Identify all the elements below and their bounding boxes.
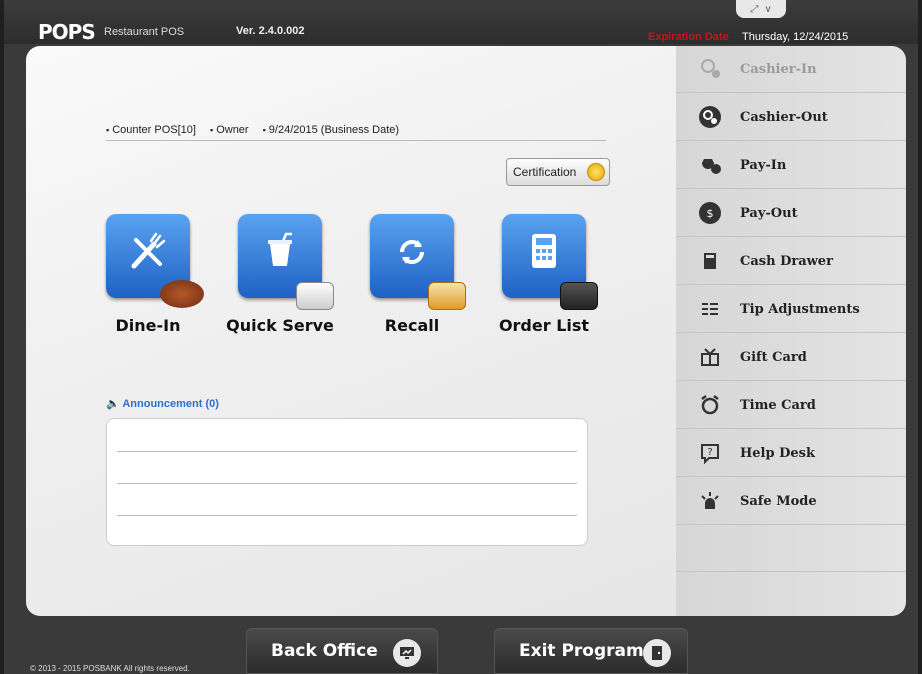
alarm-clock-icon bbox=[698, 393, 722, 417]
restore-icon[interactable]: ⤢ bbox=[750, 4, 758, 15]
sidebar-empty-slot bbox=[676, 526, 906, 572]
siren-icon bbox=[698, 489, 722, 513]
user-role: Owner bbox=[210, 124, 248, 136]
steak-plate-icon bbox=[160, 280, 204, 308]
dine-in-tile[interactable] bbox=[106, 214, 204, 308]
cash-drawer-icon bbox=[698, 249, 722, 273]
sidebar-item-time-card[interactable]: Time Card bbox=[676, 382, 906, 429]
top-bar: POPS Restaurant POS Ver. 2.4.0.002 ⤢ ∨ E… bbox=[4, 0, 918, 44]
announcement-list bbox=[106, 418, 588, 546]
recall-tile[interactable] bbox=[370, 214, 466, 310]
sidebar-item-help-desk[interactable]: ? Help Desk bbox=[676, 430, 906, 477]
session-info: Counter POS[10] Owner 9/24/2015 (Busines… bbox=[106, 124, 399, 136]
sidebar-label: Gift Card bbox=[740, 349, 807, 365]
sidebar-label: Cash Drawer bbox=[740, 253, 833, 269]
exit-program-button[interactable]: Exit Program bbox=[494, 628, 688, 674]
function-sidebar: Cashier-In Cashier-Out Pay-In $ Pay-Out … bbox=[676, 46, 906, 616]
fries-drink-icon bbox=[296, 282, 334, 310]
speaker-icon: 🔈 bbox=[106, 398, 120, 410]
expiration-label: Expiration Date bbox=[648, 31, 729, 43]
pay-out-icon: $ bbox=[698, 201, 722, 225]
main-panel: Counter POS[10] Owner 9/24/2015 (Busines… bbox=[26, 46, 678, 616]
app-logo: POPS bbox=[38, 20, 96, 44]
window-controls-tab[interactable]: ⤢ ∨ bbox=[736, 0, 786, 18]
certification-button[interactable]: Certification bbox=[506, 158, 610, 186]
sidebar-item-cash-drawer[interactable]: Cash Drawer bbox=[676, 238, 906, 285]
receipt-icon bbox=[560, 282, 598, 310]
version-label: Ver. 2.4.0.002 bbox=[236, 25, 305, 37]
window-frame-left bbox=[0, 0, 4, 674]
sidebar-label: Help Desk bbox=[740, 445, 815, 461]
svg-text:?: ? bbox=[707, 447, 712, 458]
credit-card-icon bbox=[428, 282, 466, 310]
drink-cup-icon bbox=[268, 232, 292, 266]
sidebar-item-pay-in[interactable]: Pay-In bbox=[676, 142, 906, 189]
exit-door-icon bbox=[643, 639, 671, 667]
quick-serve-tile[interactable] bbox=[238, 214, 334, 310]
sidebar-label: Pay-Out bbox=[740, 205, 798, 221]
sidebar-label: Tip Adjustments bbox=[740, 301, 860, 317]
fork-knife-icon bbox=[131, 232, 166, 269]
divider bbox=[106, 140, 606, 141]
sidebar-item-cashier-in[interactable]: Cashier-In bbox=[676, 46, 906, 93]
award-badge-icon bbox=[587, 163, 605, 181]
recall-label[interactable]: Recall bbox=[352, 316, 472, 335]
sidebar-label: Cashier-In bbox=[740, 61, 817, 77]
sidebar-item-gift-card[interactable]: Gift Card bbox=[676, 334, 906, 381]
calculator-icon bbox=[532, 234, 556, 268]
copyright-text: © 2013 - 2015 POSBANK All rights reserve… bbox=[30, 664, 190, 673]
sidebar-item-cashier-out[interactable]: Cashier-Out bbox=[676, 94, 906, 141]
tip-list-icon bbox=[698, 297, 722, 321]
sidebar-label: Pay-In bbox=[740, 157, 787, 173]
announcement-header[interactable]: 🔈 Announcement (0) bbox=[106, 397, 219, 410]
sidebar-label: Cashier-Out bbox=[740, 109, 828, 125]
svg-text:$: $ bbox=[707, 207, 714, 220]
sidebar-label: Safe Mode bbox=[740, 493, 817, 509]
back-office-label: Back Office bbox=[271, 641, 378, 661]
pay-in-icon bbox=[698, 153, 722, 177]
dine-in-label[interactable]: Dine-In bbox=[88, 316, 208, 335]
cashier-in-icon bbox=[698, 57, 722, 81]
list-divider bbox=[117, 515, 577, 516]
exit-program-label: Exit Program bbox=[519, 641, 644, 661]
business-date: 9/24/2015 (Business Date) bbox=[263, 124, 399, 136]
cashier-out-icon bbox=[698, 105, 722, 129]
app-subtitle: Restaurant POS bbox=[104, 26, 185, 38]
list-divider bbox=[117, 451, 577, 452]
window-frame-right bbox=[918, 0, 922, 674]
help-icon: ? bbox=[698, 441, 722, 465]
gift-icon bbox=[698, 345, 722, 369]
back-office-button[interactable]: Back Office bbox=[246, 628, 438, 674]
order-list-tile[interactable] bbox=[502, 214, 598, 310]
expiration-date: Thursday, 12/24/2015 bbox=[742, 31, 849, 43]
quick-serve-label[interactable]: Quick Serve bbox=[220, 316, 340, 335]
announcement-label: Announcement (0) bbox=[122, 398, 219, 410]
sidebar-item-tip-adjustments[interactable]: Tip Adjustments bbox=[676, 286, 906, 333]
sidebar-label: Time Card bbox=[740, 397, 816, 413]
list-divider bbox=[117, 483, 577, 484]
certification-label: Certification bbox=[513, 165, 577, 179]
chevron-down-icon[interactable]: ∨ bbox=[764, 4, 771, 15]
refresh-icon bbox=[400, 240, 424, 264]
monitor-icon bbox=[393, 639, 421, 667]
sidebar-item-safe-mode[interactable]: Safe Mode bbox=[676, 478, 906, 525]
order-list-label[interactable]: Order List bbox=[484, 316, 604, 335]
sidebar-item-pay-out[interactable]: $ Pay-Out bbox=[676, 190, 906, 237]
station-name: Counter POS[10] bbox=[106, 124, 196, 136]
